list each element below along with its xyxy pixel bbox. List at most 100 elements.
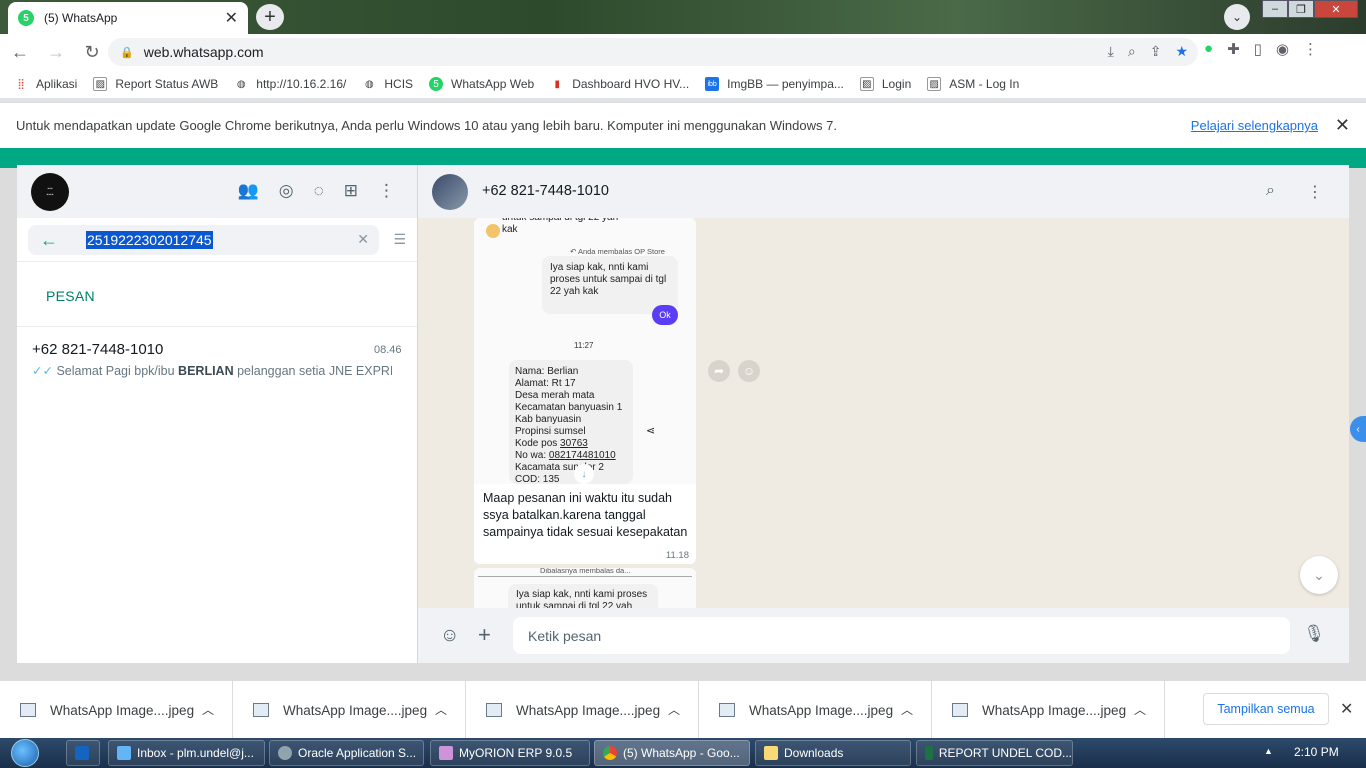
chrome-menu-icon[interactable]: ⋮: [1303, 40, 1318, 58]
scroll-to-bottom-button[interactable]: ⌄: [1300, 556, 1338, 594]
attach-plus-icon[interactable]: +: [478, 622, 491, 648]
window-close-button[interactable]: ✕: [1314, 0, 1358, 18]
tray-expand-icon[interactable]: ▲: [1264, 746, 1273, 756]
communities-icon[interactable]: 👥: [238, 181, 259, 201]
browser-tab[interactable]: 5 (5) WhatsApp ✕: [8, 2, 248, 34]
bookmark-label: ASM - Log In: [949, 77, 1020, 91]
bookmark-asm[interactable]: ▨ ASM - Log In: [927, 77, 1019, 91]
forward-button[interactable]: →: [40, 36, 72, 68]
imgbb-icon: ibb: [705, 77, 720, 91]
maximize-button[interactable]: ❐: [1288, 0, 1314, 18]
clear-search-icon[interactable]: ✕: [357, 231, 369, 248]
apps-grid-icon: ⣿: [17, 78, 25, 90]
learn-more-link[interactable]: Pelajari selengkapnya: [1191, 118, 1318, 133]
back-arrow-icon[interactable]: ←: [40, 230, 68, 251]
search-input[interactable]: 2519222302012745: [86, 231, 213, 249]
taskbar-item[interactable]: REPORT UNDEL COD...: [916, 740, 1073, 766]
back-button[interactable]: ←: [4, 36, 36, 68]
profile-avatar-icon[interactable]: ◉: [1276, 40, 1289, 58]
download-item[interactable]: WhatsApp Image....jpeg ︿: [466, 681, 699, 739]
address-bar[interactable]: 🔒 web.whatsapp.com ⤓ ⌕ ⇪ ★: [108, 38, 1198, 66]
scroll-down-icon: ↓: [574, 464, 594, 484]
card-label: Kode pos: [515, 438, 561, 449]
new-tab-button[interactable]: +: [256, 4, 284, 30]
card-line: Alamat: Rt 17: [515, 378, 576, 389]
filter-icon[interactable]: ☰: [393, 231, 406, 248]
tab-search-button[interactable]: ⌄: [1224, 4, 1250, 30]
compose-bar: ☺ + 🎙: [418, 608, 1349, 663]
bookmark-dashboard-hvo[interactable]: ▮ Dashboard HVO HV...: [550, 77, 689, 91]
share-icon[interactable]: ⇪: [1150, 43, 1162, 60]
outlook-icon: [117, 746, 131, 760]
bookmark-ip[interactable]: ◍ http://10.16.2.16/: [234, 77, 346, 91]
whatsapp-extension-icon[interactable]: ●: [1204, 40, 1213, 58]
message-image[interactable]: untuk sampai di tgl 22 yah kak ↶ Anda me…: [474, 218, 696, 485]
new-chat-icon[interactable]: ⊞: [344, 181, 358, 201]
start-button[interactable]: [4, 738, 46, 768]
tab-close-icon[interactable]: ✕: [225, 8, 238, 28]
taskbar-label: Oracle Application S...: [298, 746, 417, 760]
card-value: 082174481010: [548, 450, 616, 461]
react-emoji-icon[interactable]: ☺: [738, 360, 760, 382]
chevron-up-icon[interactable]: ︿: [901, 701, 913, 718]
taskbar-item[interactable]: MyORION ERP 9.0.5: [430, 740, 590, 766]
bookmark-hcis[interactable]: ◍ HCIS: [362, 77, 413, 91]
profile-avatar[interactable]: ▪▪▪ ▪▪▪▪: [31, 172, 69, 211]
globe-icon: ◍: [365, 78, 374, 90]
chevron-up-icon[interactable]: ︿: [435, 701, 447, 718]
bookmark-report-status[interactable]: ▨ Report Status AWB: [93, 77, 218, 91]
downloads-close-icon[interactable]: ✕: [1340, 699, 1353, 719]
channels-icon[interactable]: ◌: [314, 181, 324, 201]
download-filename: WhatsApp Image....jpeg: [982, 702, 1127, 718]
contact-avatar[interactable]: [432, 174, 468, 210]
reload-button[interactable]: ↻: [76, 36, 108, 68]
download-item[interactable]: WhatsApp Image....jpeg ︿: [699, 681, 932, 739]
taskbar-item[interactable]: Downloads: [755, 740, 911, 766]
extensions-puzzle-icon[interactable]: ✚: [1227, 40, 1240, 58]
bookmark-imgbb[interactable]: ibb ImgBB — penyimpa...: [705, 77, 844, 91]
message-input[interactable]: [513, 617, 1290, 654]
card-line: No wa: 082174481010: [515, 450, 627, 462]
download-item[interactable]: WhatsApp Image....jpeg ︿: [932, 681, 1165, 739]
download-item[interactable]: WhatsApp Image....jpeg ︿: [0, 681, 233, 739]
side-panel-icon[interactable]: ▯: [1254, 40, 1262, 58]
card-label: No wa:: [515, 450, 549, 461]
taskbar-outlook-pinned[interactable]: [66, 740, 100, 766]
bookmark-login[interactable]: ▨ Login: [859, 77, 911, 91]
folder-icon: [764, 746, 778, 760]
chrome-icon: [603, 746, 617, 760]
conversation-menu-icon[interactable]: ⋮: [1307, 182, 1323, 202]
menu-icon[interactable]: ⋮: [378, 181, 395, 201]
page-icon: ▨: [927, 77, 942, 91]
zoom-icon[interactable]: ⌕: [1128, 43, 1136, 60]
window-controls: – ❐ ✕: [1262, 0, 1358, 18]
orion-icon: [439, 746, 453, 760]
forward-icon[interactable]: ➦: [708, 360, 730, 382]
taskbar-clock[interactable]: 2:10 PM: [1294, 745, 1339, 759]
chevron-up-icon[interactable]: ︿: [1134, 701, 1146, 718]
card-line: Kode pos 30763: [515, 438, 627, 450]
chevron-up-icon[interactable]: ︿: [668, 701, 680, 718]
bookmark-whatsapp-web[interactable]: 5 WhatsApp Web: [429, 77, 534, 91]
status-icon[interactable]: ◎: [279, 181, 294, 201]
taskbar-item[interactable]: (5) WhatsApp - Goo...: [594, 740, 750, 766]
image-message[interactable]: Dibalasnya membalas da... Iya siap kak, …: [474, 568, 696, 608]
minimize-button[interactable]: –: [1262, 0, 1288, 18]
search-icon[interactable]: ⌕: [1266, 182, 1275, 202]
image-message[interactable]: untuk sampai di tgl 22 yah kak ↶ Anda me…: [474, 218, 696, 564]
microphone-icon[interactable]: 🎙: [1303, 624, 1325, 644]
taskbar-item[interactable]: Oracle Application S...: [269, 740, 424, 766]
download-item[interactable]: WhatsApp Image....jpeg ︿: [233, 681, 466, 739]
image-file-icon: [952, 703, 968, 717]
install-app-icon[interactable]: ⤓: [1108, 43, 1114, 60]
emoji-icon[interactable]: ☺: [440, 625, 459, 647]
download-filename: WhatsApp Image....jpeg: [50, 702, 195, 718]
infobar-close-icon[interactable]: ✕: [1335, 115, 1350, 136]
conversation-header[interactable]: +62 821-7448-1010 ⌕ ⋮: [418, 165, 1349, 218]
bookmark-apps[interactable]: ⣿ Aplikasi: [14, 77, 77, 91]
taskbar-item[interactable]: Inbox - plm.undel@j...: [108, 740, 265, 766]
bookmark-star-icon[interactable]: ★: [1175, 43, 1188, 60]
show-all-downloads-button[interactable]: Tampilkan semua: [1203, 693, 1329, 725]
card-line: Kab banyuasin: [515, 414, 582, 425]
chevron-up-icon[interactable]: ︿: [202, 701, 214, 718]
